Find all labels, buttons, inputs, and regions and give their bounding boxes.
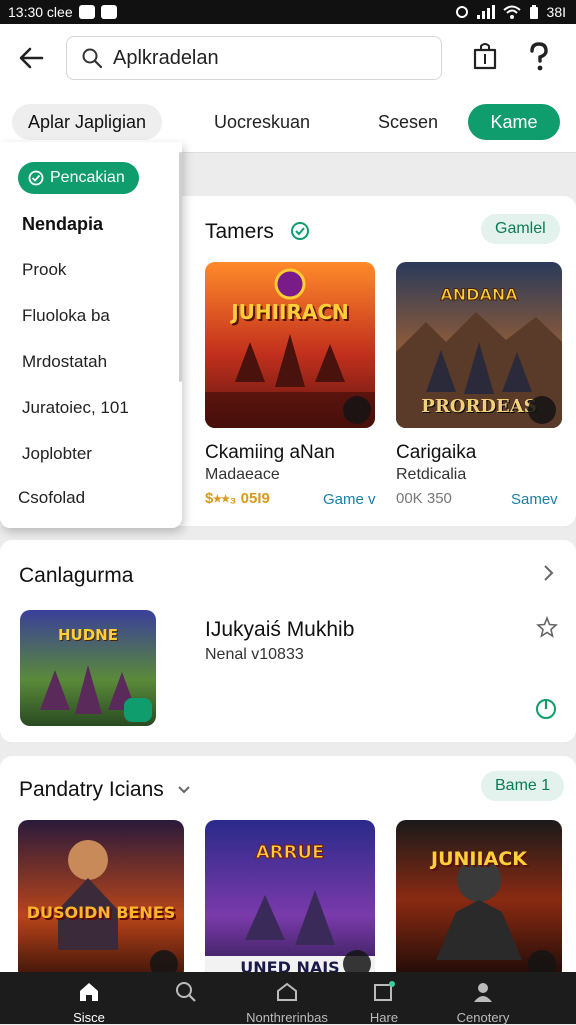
check-circle-icon — [28, 170, 44, 186]
nav-hare[interactable]: Hare — [329, 972, 439, 1025]
game-thumbnail[interactable]: ANDANA PRORDEAS — [396, 262, 562, 428]
search-icon — [82, 48, 103, 69]
chevron-right-icon[interactable] — [540, 562, 556, 584]
battery-level: 38I — [546, 4, 566, 20]
game-thumbnail[interactable]: DUSOIDN BENES — [18, 820, 184, 980]
game-thumbnail[interactable]: JUNIIACK — [396, 820, 562, 980]
game-price: 00K 350 — [396, 490, 452, 507]
game-thumbnail[interactable]: JUHIIRACN — [205, 262, 375, 428]
status-bar: 13:30 clee 38I — [0, 0, 576, 24]
store-icon — [277, 982, 297, 1001]
tab-apps[interactable]: Aplar Japligian — [12, 104, 163, 140]
back-arrow-icon[interactable] — [16, 43, 46, 73]
app-thumbnail[interactable]: HUDNE — [20, 610, 156, 726]
filter-chip-selected[interactable]: Pencakian — [18, 162, 139, 194]
app-art-title: HUDNE — [58, 626, 118, 644]
nav-search[interactable] — [131, 972, 241, 1024]
alarm-icon — [455, 6, 468, 18]
game-subtitle: Retdicalia — [396, 466, 467, 483]
dropdown-scrollbar[interactable] — [179, 152, 182, 382]
game-art-title: JUHIIRACN — [231, 300, 349, 324]
game-subtitle: Madaeace — [205, 466, 280, 483]
shield-notification-icon — [100, 5, 117, 19]
nav-cenotery[interactable]: Cenotery — [428, 972, 538, 1025]
tab-games[interactable]: Kame — [468, 104, 560, 140]
more-options-icon[interactable] — [343, 396, 371, 424]
home-icon — [80, 983, 98, 1001]
game-tag[interactable]: Samev — [511, 491, 558, 508]
battery-icon — [529, 5, 538, 19]
wifi-icon — [502, 5, 521, 19]
dropdown-item[interactable]: Nendapia — [22, 214, 103, 235]
bottom-navigation: Sisce Nonthrerinbas Hare Cenotery — [0, 972, 576, 1025]
tablet-icon — [374, 981, 395, 1001]
dropdown-item[interactable]: Mrdostatah — [22, 352, 107, 372]
game-art-logo: ARRUE — [256, 842, 325, 863]
power-install-icon[interactable] — [534, 696, 558, 720]
popular-games-card: Pandatry Icians Bame 1 DUSOIDN BENES ARR… — [0, 756, 576, 986]
dropdown-item[interactable]: Prook — [22, 260, 66, 280]
game-thumbnail[interactable]: ARRUE UNED NAIS — [205, 820, 375, 980]
search-input[interactable] — [111, 45, 415, 71]
search-icon — [176, 982, 196, 1002]
more-options-icon[interactable] — [528, 396, 556, 424]
nav-label: Cenotery — [456, 1010, 510, 1025]
nav-label: Sisce — [73, 1010, 105, 1025]
people-icon — [474, 983, 492, 1002]
app-subtitle: Nenal v10833 — [205, 646, 304, 663]
collection-card: Canlagurma HUDNE IJukyaiś Mukhib Nenal v… — [0, 540, 576, 742]
section-pill[interactable]: Bame 1 — [481, 771, 565, 801]
section-title: Pandatry Icians — [19, 778, 164, 801]
game-art-title: JUNIIACK — [431, 848, 527, 870]
nav-label: Nonthrerinbas — [246, 1010, 328, 1025]
search-bar[interactable] — [66, 36, 442, 80]
section-title: Canlagurma — [19, 564, 134, 587]
image-notification-icon — [78, 5, 95, 19]
game-art-title: DUSOIDN BENES — [26, 903, 176, 922]
signal-icon — [476, 5, 495, 19]
game-title[interactable]: Ckamiing aNan — [205, 442, 335, 464]
star-outline-icon[interactable] — [536, 616, 558, 638]
chevron-down-icon[interactable] — [176, 782, 192, 798]
filter-chip-label: Pencakian — [50, 169, 125, 186]
game-art-logo: ANDANA — [440, 285, 518, 304]
install-badge-icon[interactable] — [124, 698, 152, 722]
help-icon[interactable] — [526, 42, 552, 72]
status-time: 13:30 clee — [8, 4, 73, 20]
dropdown-item[interactable]: Joplobter — [22, 444, 92, 464]
verified-icon — [291, 222, 309, 240]
game-price: $⭑⭑₃ 05I9 — [205, 490, 270, 507]
section-pill[interactable]: Gamlel — [481, 214, 560, 244]
nav-store[interactable]: Nonthrerinbas — [232, 972, 342, 1025]
tab-uocreskuan[interactable]: Uocreskuan — [198, 104, 326, 140]
tab-scesen[interactable]: Scesen — [362, 104, 454, 140]
app-title[interactable]: IJukyaiś Mukhib — [205, 618, 354, 642]
dropdown-item[interactable]: Juratoiec, 101 — [22, 398, 129, 418]
game-tag[interactable]: Game v — [323, 491, 376, 508]
nav-home[interactable]: Sisce — [34, 972, 144, 1025]
dropdown-item[interactable]: Fluoloka ba — [22, 306, 110, 326]
section-title: Tamers — [205, 220, 274, 243]
dropdown-item[interactable]: Csofolad — [18, 488, 85, 508]
filter-dropdown-menu: Pencakian Nendapia Prook Fluoloka ba Mrd… — [0, 142, 182, 528]
game-title[interactable]: Carigaika — [396, 442, 476, 464]
top-app-bar — [0, 24, 576, 94]
nav-label: Hare — [369, 1010, 399, 1025]
store-bag-icon[interactable] — [472, 42, 498, 70]
